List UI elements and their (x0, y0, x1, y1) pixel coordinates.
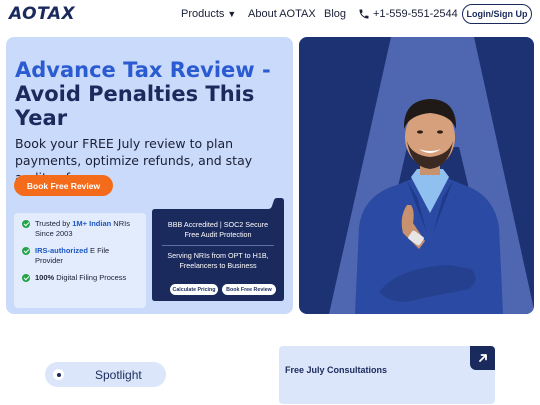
spotlight-tab[interactable]: Spotlight (45, 362, 166, 387)
hero-title: Advance Tax Review - Avoid Penalties Thi… (15, 58, 285, 130)
audit-protection-text: Free Audit Protection (184, 230, 252, 239)
check-circle-icon (22, 274, 30, 282)
spotlight-label: Spotlight (95, 368, 142, 382)
nav-phone-link[interactable]: +1-559-551-2544 (358, 8, 458, 20)
hero-title-highlight: Advance Tax Review - (15, 58, 271, 82)
arrow-up-right-glyph (478, 354, 487, 362)
hero-title-rest: Avoid Penalties This Year (15, 82, 255, 130)
freelancers-text: Freelancers to Business (179, 261, 257, 270)
book-free-review-button[interactable]: Book Free Review (14, 175, 113, 196)
trust-item-nris: Trusted by 1M+ Indian NRIs Since 2003 (22, 219, 138, 239)
aotax-logo[interactable]: AOTAX (9, 4, 75, 24)
check-circle-icon (22, 220, 30, 228)
phone-icon (359, 9, 369, 19)
trust-item-digital: 100% Digital Filing Process (22, 273, 138, 283)
phone-number: +1-559-551-2544 (373, 8, 458, 20)
arrow-up-right-icon[interactable] (470, 346, 495, 370)
hero-card: Advance Tax Review - Avoid Penalties Thi… (6, 37, 293, 314)
trust-item1-prefix: Trusted by (35, 219, 73, 228)
consultation-card[interactable]: Free July Consultations (279, 346, 495, 404)
site-header: AOTAX Products ▼ About AOTAX Blog +1-559-… (0, 0, 540, 30)
trust-item2-emphasis: IRS-authorized (35, 246, 88, 255)
caret-down-icon: ▼ (227, 9, 237, 19)
check-circle-icon (22, 247, 30, 255)
trust-item1-emphasis: 1M+ Indian (72, 219, 112, 228)
trust-item3-suffix: Digital Filing Process (54, 273, 127, 282)
hero-photo (299, 37, 534, 314)
nav-blog[interactable]: Blog (324, 8, 346, 20)
nav-products[interactable]: Products ▼ (181, 8, 236, 20)
book-free-review-small-button[interactable]: Book Free Review (222, 284, 276, 295)
accredited-text: BBB Accredited | SOC2 Secure (167, 220, 269, 229)
trust-item3-bold: 100% (35, 273, 55, 282)
nav-products-label: Products (181, 8, 225, 20)
serving-text: Serving NRIs from OPT to H1B, (167, 251, 269, 260)
trust-list: Trusted by 1M+ Indian NRIs Since 2003 IR… (14, 213, 146, 308)
login-signup-button[interactable]: Login/Sign Up (462, 4, 532, 24)
accreditation-box: BBB Accredited | SOC2 Secure Free Audit … (152, 198, 284, 301)
dot-icon (53, 369, 64, 380)
nav-about[interactable]: About AOTAX (248, 8, 316, 20)
businessman-photo (329, 37, 534, 314)
consultation-title: Free July Consultations (285, 365, 388, 375)
calculate-pricing-button[interactable]: Calculate Pricing (170, 284, 218, 295)
trust-item-irs: IRS-authorized E File Provider (22, 246, 138, 266)
divider (162, 245, 274, 246)
